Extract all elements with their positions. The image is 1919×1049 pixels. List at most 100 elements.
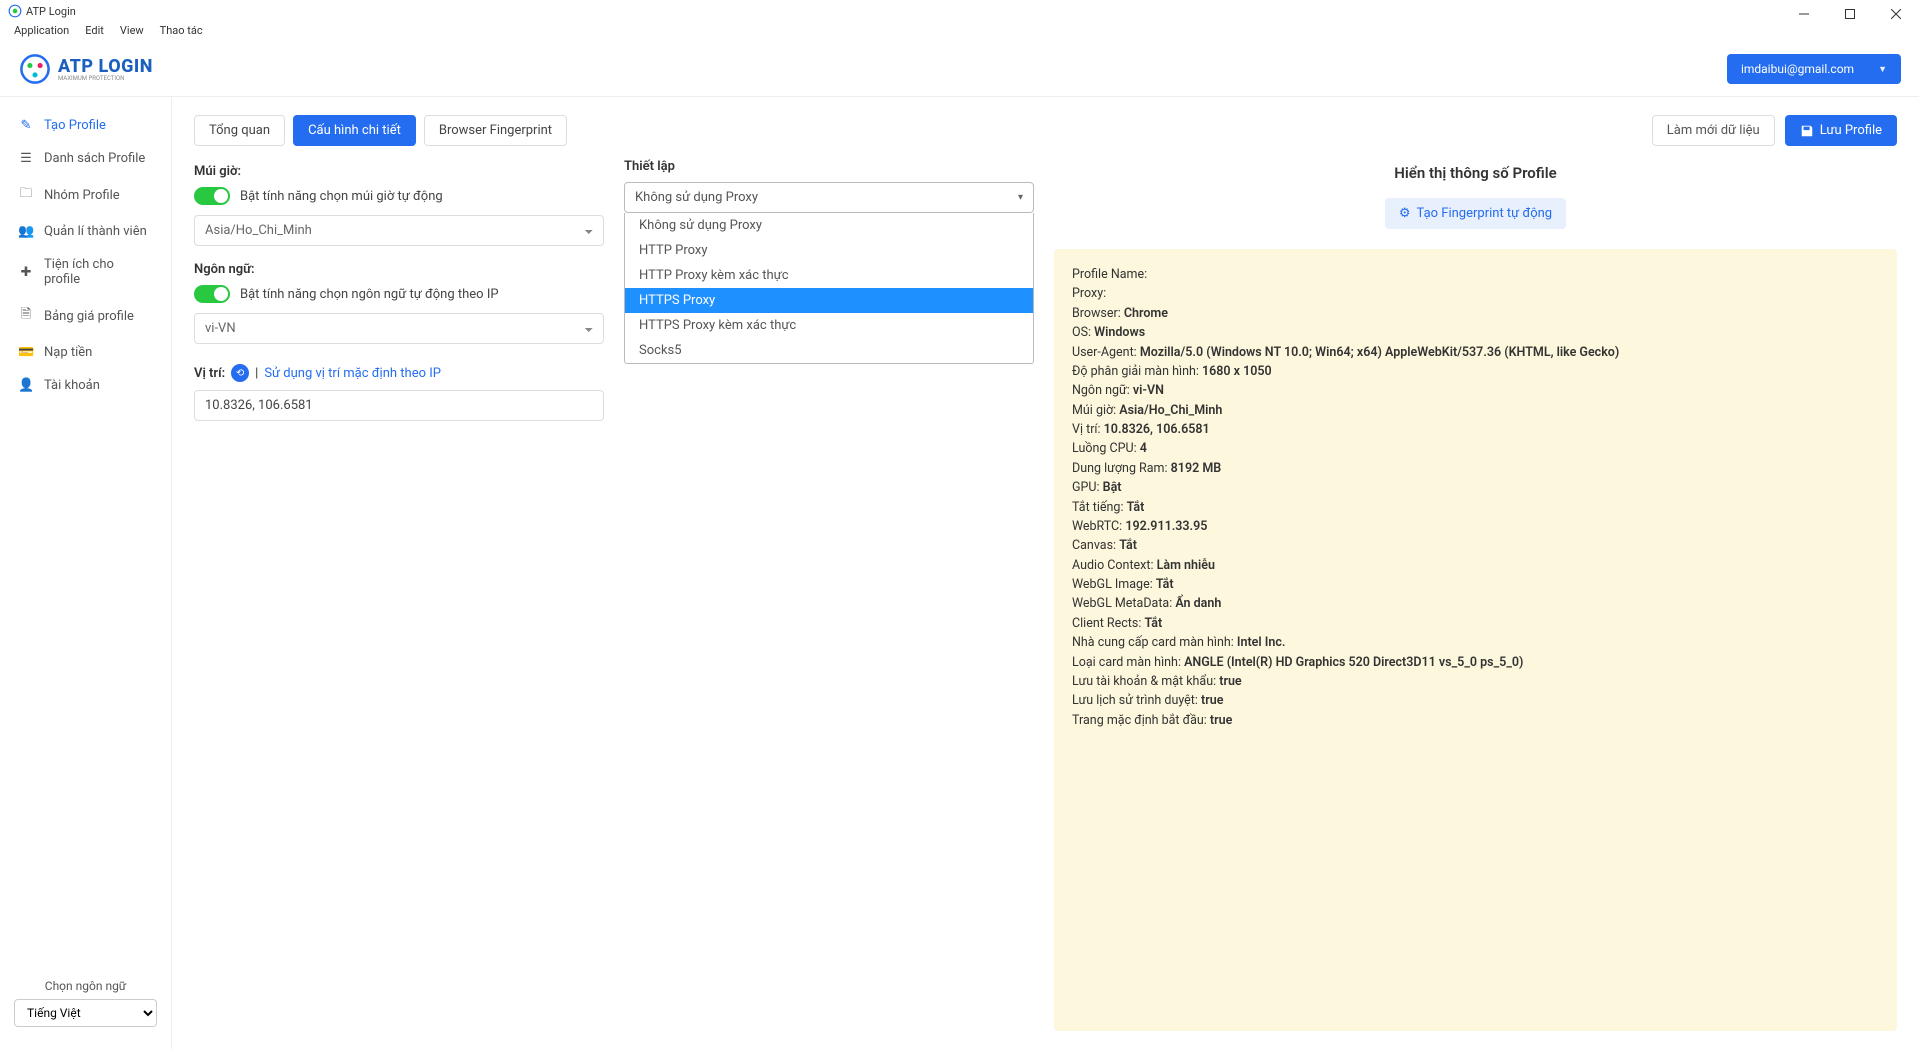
tab-tong-quan[interactable]: Tổng quan bbox=[194, 115, 285, 146]
proxy-option[interactable]: HTTPS Proxy kèm xác thực bbox=[625, 313, 1033, 338]
profile-param-row: OS: Windows bbox=[1072, 323, 1879, 342]
app-icon bbox=[8, 4, 22, 18]
user-email: imdaibui@gmail.com bbox=[1741, 62, 1854, 76]
profile-param-row: Vị trí: 10.8326, 106.6581 bbox=[1072, 420, 1879, 439]
sidebar-item-tien-ich[interactable]: ✚Tiện ích cho profile bbox=[0, 248, 171, 296]
proxy-select[interactable]: Không sử dụng Proxy ▾ bbox=[624, 182, 1034, 213]
tab-cau-hinh[interactable]: Cấu hình chi tiết bbox=[293, 115, 416, 146]
users-icon: 👥 bbox=[18, 224, 34, 239]
profile-param-value: Asia/Ho_Chi_Minh bbox=[1119, 403, 1222, 418]
profile-param-label: OS: bbox=[1072, 325, 1094, 340]
maximize-button[interactable] bbox=[1827, 0, 1873, 28]
profile-param-label: Canvas: bbox=[1072, 538, 1119, 553]
profile-param-value: true bbox=[1201, 693, 1223, 708]
main-content: Tổng quan Cấu hình chi tiết Browser Fing… bbox=[172, 97, 1919, 1049]
sidebar-item-thanh-vien[interactable]: 👥 Quản lí thành viên bbox=[0, 215, 171, 248]
profile-param-label: WebGL MetaData: bbox=[1072, 596, 1175, 611]
proxy-option[interactable]: HTTP Proxy bbox=[625, 238, 1033, 263]
chevron-down-icon: ▼ bbox=[1878, 64, 1887, 75]
profile-param-value: 8192 MB bbox=[1171, 461, 1222, 476]
language-auto-toggle[interactable] bbox=[194, 285, 230, 303]
location-input[interactable] bbox=[194, 390, 604, 421]
profile-param-value: Intel Inc. bbox=[1237, 635, 1286, 650]
sidebar-item-bang-gia[interactable]: 🗎 Bảng giá profile bbox=[0, 296, 171, 336]
tab-fingerprint[interactable]: Browser Fingerprint bbox=[424, 115, 567, 146]
sidebar-item-danh-sach[interactable]: ☰Danh sách Profile bbox=[0, 142, 171, 175]
profile-param-value: true bbox=[1219, 674, 1241, 689]
profile-param-value: Tắt bbox=[1119, 538, 1137, 553]
sidebar-item-tai-khoan[interactable]: 👤Tài khoản bbox=[0, 369, 171, 402]
folder-icon: 🗀 bbox=[18, 184, 34, 206]
titlebar: ATP Login bbox=[0, 0, 1919, 22]
sidebar-item-nap-tien[interactable]: 💳Nạp tiền bbox=[0, 336, 171, 369]
logo-icon bbox=[18, 52, 52, 86]
menu-view[interactable]: View bbox=[112, 22, 152, 42]
location-label: Vị trí: bbox=[194, 366, 225, 381]
menubar: Application Edit View Thao tác bbox=[0, 22, 1919, 42]
profile-param-value: Ẩn danh bbox=[1175, 596, 1221, 611]
document-icon: 🗎 bbox=[18, 305, 34, 327]
minimize-button[interactable] bbox=[1781, 0, 1827, 28]
profile-param-label: Nhà cung cấp card màn hình: bbox=[1072, 635, 1237, 650]
sidebar-item-label: Quản lí thành viên bbox=[44, 224, 147, 239]
profile-param-label: Client Rects: bbox=[1072, 616, 1144, 631]
card-icon: 💳 bbox=[18, 345, 34, 360]
sidebar-item-label: Bảng giá profile bbox=[44, 309, 134, 324]
refresh-location-icon[interactable]: ⟲ bbox=[231, 364, 249, 382]
auto-fingerprint-button[interactable]: ⚙ Tạo Fingerprint tự động bbox=[1385, 198, 1566, 229]
sidebar-item-label: Tạo Profile bbox=[44, 118, 106, 133]
topbar: ATP LOGIN MAXIMUM PROTECTION imdaibui@gm… bbox=[0, 42, 1919, 97]
menu-edit[interactable]: Edit bbox=[77, 22, 112, 42]
profile-param-value: Mozilla/5.0 (Windows NT 10.0; Win64; x64… bbox=[1140, 345, 1619, 360]
profile-param-row: Trang mặc định bắt đầu: true bbox=[1072, 711, 1879, 730]
sidebar-item-nhom[interactable]: 🗀Nhóm Profile bbox=[0, 175, 171, 215]
sidebar-item-tao-profile[interactable]: ✎Tạo Profile bbox=[0, 109, 171, 142]
logo-text: ATP LOGIN bbox=[58, 56, 153, 77]
proxy-selected-value: Không sử dụng Proxy bbox=[635, 190, 758, 205]
profile-param-label: User-Agent: bbox=[1072, 345, 1140, 360]
profile-param-label: Profile Name: bbox=[1072, 267, 1147, 282]
profile-param-value: 1680 x 1050 bbox=[1202, 364, 1272, 379]
menu-thaotac[interactable]: Thao tác bbox=[152, 22, 211, 42]
timezone-select[interactable]: Asia/Ho_Chi_Minh bbox=[194, 215, 604, 246]
proxy-option[interactable]: HTTPS Proxy bbox=[625, 288, 1033, 313]
proxy-option[interactable]: Không sử dụng Proxy bbox=[625, 213, 1033, 238]
profile-param-row: Profile Name: bbox=[1072, 265, 1879, 284]
refresh-data-button[interactable]: Làm mới dữ liệu bbox=[1652, 115, 1775, 146]
profile-param-label: Vị trí: bbox=[1072, 422, 1104, 437]
profile-param-row: WebGL MetaData: Ẩn danh bbox=[1072, 594, 1879, 613]
menu-application[interactable]: Application bbox=[6, 22, 77, 42]
profile-param-label: Múi giờ: bbox=[1072, 403, 1119, 418]
language-select-form[interactable]: vi-VN bbox=[194, 313, 604, 344]
language-toggle-label: Bật tính năng chọn ngôn ngữ tự động theo… bbox=[240, 287, 499, 302]
language-select[interactable]: Tiếng Việt bbox=[14, 999, 157, 1027]
user-menu-button[interactable]: imdaibui@gmail.com ▼ bbox=[1727, 54, 1901, 84]
list-icon: ☰ bbox=[18, 151, 34, 166]
proxy-option[interactable]: Socks5 bbox=[625, 338, 1033, 363]
profile-param-row: User-Agent: Mozilla/5.0 (Windows NT 10.0… bbox=[1072, 343, 1879, 362]
language-label: Ngôn ngữ: bbox=[194, 262, 604, 277]
plus-icon: ✚ bbox=[18, 265, 34, 280]
profile-param-row: Tắt tiếng: Tắt bbox=[1072, 498, 1879, 517]
profile-param-row: Độ phân giải màn hình: 1680 x 1050 bbox=[1072, 362, 1879, 381]
profile-param-label: Dung lượng Ram: bbox=[1072, 461, 1171, 476]
save-profile-button[interactable]: Lưu Profile bbox=[1785, 115, 1897, 146]
profile-param-label: Trang mặc định bắt đầu: bbox=[1072, 713, 1210, 728]
profile-param-row: Loại card màn hình: ANGLE (Intel(R) HD G… bbox=[1072, 653, 1879, 672]
profile-param-row: Lưu lịch sử trình duyệt: true bbox=[1072, 691, 1879, 710]
profile-params-card: Profile Name: Proxy: Browser: ChromeOS: … bbox=[1054, 249, 1897, 1031]
close-button[interactable] bbox=[1873, 0, 1919, 28]
profile-param-label: Tắt tiếng: bbox=[1072, 500, 1127, 515]
profile-param-row: Proxy: bbox=[1072, 284, 1879, 303]
window-title: ATP Login bbox=[26, 5, 76, 18]
auto-fingerprint-label: Tạo Fingerprint tự động bbox=[1417, 206, 1553, 221]
use-default-location-link[interactable]: Sử dụng vị trí mặc định theo IP bbox=[264, 366, 441, 381]
profile-param-row: Audio Context: Làm nhiễu bbox=[1072, 556, 1879, 575]
profile-param-value: Làm nhiễu bbox=[1157, 558, 1215, 573]
profile-param-label: WebGL Image: bbox=[1072, 577, 1156, 592]
timezone-auto-toggle[interactable] bbox=[194, 187, 230, 205]
proxy-option[interactable]: HTTP Proxy kèm xác thực bbox=[625, 263, 1033, 288]
profile-param-row: Browser: Chrome bbox=[1072, 304, 1879, 323]
profile-param-label: Proxy: bbox=[1072, 286, 1106, 301]
profile-param-value: 4 bbox=[1140, 441, 1147, 456]
